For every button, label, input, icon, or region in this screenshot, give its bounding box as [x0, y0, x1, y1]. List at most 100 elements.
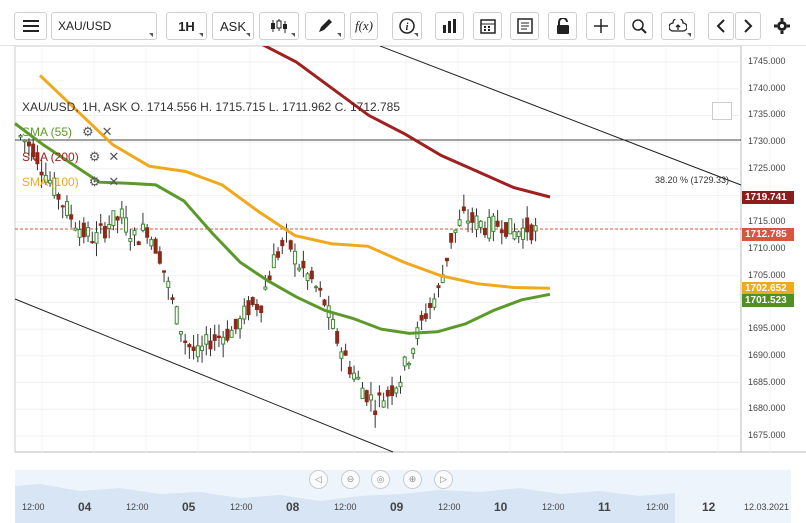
settings-icon	[774, 18, 790, 34]
candle-body	[200, 345, 205, 352]
candle-body	[140, 223, 145, 231]
y-tick-label: 1740.000	[748, 82, 786, 93]
candle-body	[145, 227, 150, 238]
candle-body	[288, 240, 293, 250]
upload-icon	[669, 19, 687, 32]
y-tick-label: 1685.000	[748, 376, 786, 387]
scroll-left-button[interactable]	[708, 12, 734, 40]
chart-canvas[interactable]	[0, 46, 806, 523]
candle-body	[491, 215, 496, 232]
x-tick-label: 09	[390, 500, 404, 514]
close-icon[interactable]: ✕	[102, 124, 113, 140]
candle-body	[204, 334, 209, 345]
y-tick-label: 1690.000	[748, 349, 786, 360]
candle-body	[495, 220, 500, 227]
candle-body	[402, 356, 407, 367]
candle-body	[124, 217, 129, 233]
chevron-down-icon	[246, 33, 250, 37]
y-tick-label: 1675.000	[748, 429, 786, 440]
info-button[interactable]: i	[392, 12, 422, 40]
chevron-down-icon	[149, 33, 153, 37]
candle-body	[102, 225, 107, 239]
legend-sma-100[interactable]: SMA (100) ⚙ ✕	[22, 174, 119, 190]
news-button[interactable]	[510, 12, 539, 40]
candle-body	[233, 318, 238, 330]
reset-nav[interactable]: ◎	[371, 470, 390, 489]
x-tick-label: 12:00	[230, 502, 253, 512]
candle-body	[64, 201, 69, 216]
candle-body	[166, 280, 171, 288]
candle-body	[309, 270, 314, 280]
candle-body	[157, 251, 162, 264]
x-tick-label: 12:00	[334, 502, 357, 512]
price-chart[interactable]: XAU/USD, 1H, ASK O. 1714.556 H. 1715.715…	[0, 46, 806, 523]
volume-icon	[442, 19, 456, 33]
close-icon[interactable]: ✕	[108, 174, 119, 190]
volume-button[interactable]	[435, 12, 464, 40]
menu-button[interactable]	[14, 12, 47, 40]
candle-body	[394, 387, 399, 394]
gear-icon[interactable]: ⚙	[89, 174, 101, 190]
zoom-out-nav[interactable]: ⊖	[341, 470, 360, 489]
chevron-down-icon	[414, 33, 418, 37]
candle-body	[301, 260, 306, 269]
price-tag: 1701.523	[742, 294, 794, 308]
candle-body	[335, 331, 340, 344]
chevron-right-icon	[744, 19, 753, 33]
candle-body	[466, 220, 471, 224]
candle-body	[398, 381, 403, 388]
price-side-selector[interactable]: ASK	[212, 12, 254, 40]
scroll-right-button[interactable]	[735, 12, 761, 40]
indicators-button[interactable]: f(x)	[350, 12, 378, 40]
expand-icon[interactable]	[712, 102, 732, 120]
close-icon[interactable]: ✕	[108, 149, 119, 165]
candle-body	[225, 328, 230, 341]
y-tick-label: 1710.000	[748, 243, 786, 253]
legend-sma-200[interactable]: SMA (200) ⚙ ✕	[22, 149, 119, 165]
candle-body	[525, 217, 530, 233]
candle-body	[297, 267, 302, 271]
candle-body	[499, 229, 504, 234]
zoom-in-nav[interactable]: ⊕	[403, 470, 422, 489]
chevron-left-icon: ◁	[315, 474, 322, 484]
candle-body	[267, 275, 272, 281]
reset-icon: ◎	[376, 474, 385, 484]
candle-body	[428, 303, 433, 308]
candle-body	[81, 222, 86, 238]
candle-body	[212, 334, 217, 341]
calendar-button[interactable]	[473, 12, 502, 40]
timeframe-selector[interactable]: 1H	[166, 12, 207, 40]
candle-body	[516, 231, 521, 237]
scroll-right-nav[interactable]: ▷	[434, 470, 453, 489]
candle-body	[119, 208, 124, 219]
candle-body	[508, 218, 513, 235]
symbol-selector[interactable]: XAU/USD	[51, 12, 157, 40]
candle-body	[461, 206, 466, 212]
candle-body	[444, 257, 449, 262]
candle-body	[250, 297, 255, 306]
gear-icon[interactable]: ⚙	[82, 124, 94, 140]
candle-body	[292, 250, 297, 265]
gear-icon[interactable]: ⚙	[89, 149, 101, 165]
calendar-icon	[479, 19, 496, 34]
candle-body	[385, 389, 390, 397]
y-tick-label: 1715.000	[748, 216, 786, 227]
candle-body	[406, 362, 411, 366]
legend-sma-55[interactable]: SMA (55) ⚙ ✕	[22, 124, 113, 140]
lock-button[interactable]	[548, 12, 577, 40]
candle-body	[56, 194, 61, 200]
upload-button[interactable]	[661, 12, 695, 40]
candle-body	[504, 222, 509, 237]
settings-button[interactable]	[769, 12, 795, 40]
crosshair-button[interactable]	[586, 12, 615, 40]
candle-body	[208, 340, 213, 350]
zoom-button[interactable]	[624, 12, 653, 40]
scroll-left-nav[interactable]: ◁	[309, 470, 328, 489]
ohlc-readout: XAU/USD, 1H, ASK O. 1714.556 H. 1715.715…	[22, 100, 401, 114]
chart-type-button[interactable]	[259, 12, 299, 40]
candle-body	[238, 318, 243, 330]
draw-tools-button[interactable]	[305, 12, 345, 40]
candle-body	[305, 273, 310, 281]
crosshair-icon	[593, 19, 608, 33]
candle-body	[276, 251, 281, 258]
